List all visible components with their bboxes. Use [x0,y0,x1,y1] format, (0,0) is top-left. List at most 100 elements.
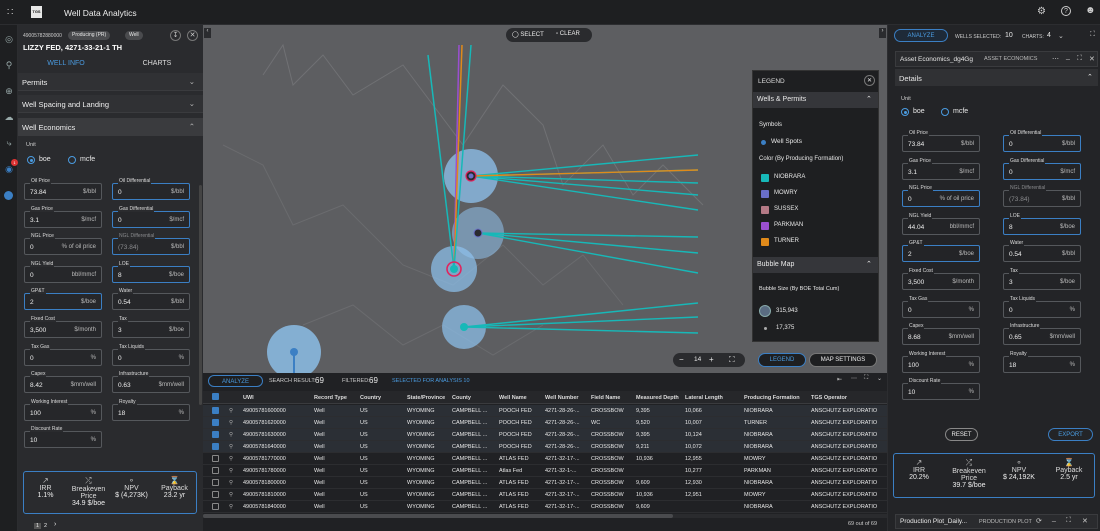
row-checkbox[interactable] [212,467,219,474]
row-checkbox[interactable] [212,419,219,426]
tax-liquids-field[interactable]: Tax Liquids 0% [112,343,190,366]
row-checkbox[interactable] [212,491,219,498]
legend-button[interactable]: LEGEND [758,353,806,367]
column-header[interactable]: Well Name [499,395,527,401]
search-icon[interactable]: ⚲ [3,59,15,71]
tax-gas-field[interactable]: Tax Gas 0% [902,295,980,318]
grid-expand-icon[interactable]: ⛶ [864,375,868,382]
layers-icon[interactable]: ◎ [3,33,15,45]
pin-icon[interactable]: ⚲ [229,408,233,414]
page-1-button[interactable]: 1 [34,523,42,529]
page-2-button[interactable]: 2 [44,523,47,529]
row-checkbox[interactable] [212,431,219,438]
select-all-checkbox[interactable] [212,393,219,400]
loe-field[interactable]: LOE 8 $/boe [112,260,190,283]
table-row[interactable]: ⚲ 49005781640000 Well US WYOMING CAMPBELL ...… [203,441,887,453]
table-row[interactable]: ⚲ 49005781840000 Well US WYOMING CAMPBELL ...… [203,501,887,513]
row-checkbox[interactable] [212,503,219,510]
discount-rate-field[interactable]: Discount Rate 10% [24,426,102,449]
select-button[interactable]: ◯ SELECT [512,31,544,38]
reset-button[interactable]: RESET [945,428,978,441]
pin-icon[interactable]: ⚲ [229,492,233,498]
tax-liquids-field[interactable]: Tax Liquids 0% [1003,295,1081,318]
cloud-icon[interactable]: ☁ [3,111,15,123]
tax-field[interactable]: Tax 3 $/boe [112,316,190,338]
column-header[interactable]: Lateral Length [685,395,723,401]
column-header[interactable]: UWI [243,395,254,401]
bubble-map-header[interactable]: Bubble Map ⌃ [753,257,878,273]
zoom-in-icon[interactable]: + [709,355,714,364]
well-spot[interactable] [290,348,298,356]
pin-icon[interactable]: ⚲ [229,468,233,474]
grid-more-icon[interactable]: ⋯ [851,375,857,382]
oil-differential-field[interactable]: Oil Differential 0 $/bbl [1003,130,1081,152]
panel-expand-icon[interactable]: ⛶ [1090,31,1095,39]
loe-field[interactable]: LOE 8 $/boe [1003,212,1081,235]
close-icon[interactable]: ✕ [1082,517,1088,525]
oil-price-field[interactable]: Oil Price 73.84 $/bbl [902,130,980,152]
map-canvas[interactable]: ◯ SELECT ▫ CLEAR ‹ › − 14 + ⛶ LEGEND MAP… [203,25,887,373]
help-icon[interactable]: ? [1061,6,1071,16]
close-icon[interactable]: ✕ [187,30,198,41]
gas-differential-field[interactable]: Gas Differential 0 $/mcf [1003,157,1081,180]
collapse-left-icon[interactable]: ‹ [204,28,211,38]
ngl-yield-field[interactable]: NGL Yield 0 bbl/mmcf [24,260,102,283]
minimize-icon[interactable]: _ [1066,53,1070,60]
analyze-button[interactable]: ANALYZE [208,375,263,387]
table-row[interactable]: ⚲ 49005781810000 Well US WYOMING CAMPBELL ...… [203,489,887,501]
economics-section[interactable]: Well Economics ⌃ [18,118,203,136]
well-spot[interactable] [468,173,474,179]
fixed-cost-field[interactable]: Fixed Cost 3,500 $/month [902,268,980,290]
pin-icon[interactable]: ⚲ [229,432,233,438]
column-header[interactable]: State/Province [407,395,445,401]
gas-price-field[interactable]: Gas Price 3.1 $/mcf [24,205,102,228]
right-unit-mcfe-radio[interactable] [941,108,949,116]
water-field[interactable]: Water 0.54 $/bbl [1003,240,1081,263]
pin-icon[interactable]: ⚲ [229,456,233,462]
well-spot[interactable] [460,323,468,331]
pin-icon[interactable]: ⚲ [229,504,233,510]
oil-differential-field[interactable]: Oil Differential 0 $/bbl [112,178,190,200]
grid-collapse-icon[interactable]: ⇤ [837,376,842,383]
pin-icon[interactable]: ⚲ [229,480,233,486]
royalty-field[interactable]: Royalty 18% [1003,350,1081,373]
download-icon[interactable]: ↧ [170,30,181,41]
capex-field[interactable]: Capex 8.42 $mm/well [24,371,102,394]
fixed-cost-field[interactable]: Fixed Cost 3,500 $/month [24,316,102,338]
water-field[interactable]: Water 0.54 $/bbl [112,288,190,311]
column-header[interactable]: County [452,395,471,401]
pin-icon[interactable]: ⚲ [229,420,233,426]
column-header[interactable]: Producing Formation [744,395,800,401]
pin-icon[interactable]: ⚲ [229,444,233,450]
well-spot[interactable] [450,265,458,273]
maximize-icon[interactable]: ⛶ [1066,517,1071,525]
zoom-search-icon[interactable]: ⊕ [3,85,15,97]
royalty-field[interactable]: Royalty 18% [112,398,190,421]
infrastructure-field[interactable]: Infrastructure 0.65 $mm/well [1003,323,1081,346]
oil-price-field[interactable]: Oil Price 73.84 $/bbl [24,178,102,200]
unit-boe-radio[interactable] [27,156,35,164]
gp-t-field[interactable]: GP&T 2 $/boe [902,240,980,263]
discount-rate-field[interactable]: Discount Rate 10% [902,378,980,401]
column-header[interactable]: Measured Depth [636,395,679,401]
export-button[interactable]: EXPORT [1048,428,1093,441]
spacing-section[interactable]: Well Spacing and Landing ⌄ [18,95,203,113]
table-row[interactable]: ⚲ 49005781770000 Well US WYOMING CAMPBELL ...… [203,453,887,465]
legend-close-icon[interactable]: ✕ [864,75,875,86]
fullscreen-icon[interactable]: ⛶ [729,355,735,365]
map-settings-button[interactable]: MAP SETTINGS [809,353,877,367]
row-checkbox[interactable] [212,455,219,462]
ngl-price-field[interactable]: NGL Price 0 % of oil price [902,185,980,208]
next-page-icon[interactable]: › [54,521,56,528]
table-row[interactable]: ⚲ 49005781800000 Well US WYOMING CAMPBELL ...… [203,477,887,489]
row-checkbox[interactable] [212,443,219,450]
zoom-out-icon[interactable]: − [679,355,684,364]
grid-minimize-icon[interactable]: ⌄ [877,375,882,382]
table-row[interactable]: ⚲ 49005781600000 Well US WYOMING CAMPBELL ...… [203,405,887,417]
gp-t-field[interactable]: GP&T 2 $/boe [24,288,102,311]
table-row[interactable]: ⚲ 49005781620000 Well US WYOMING CAMPBELL ...… [203,417,887,429]
user-icon[interactable]: ☻ [1085,5,1096,16]
share-icon[interactable]: ⤷ [3,137,15,149]
tax-field[interactable]: Tax 3 $/boe [1003,268,1081,290]
ngl-price-field[interactable]: NGL Price 0 % of oil price [24,233,102,256]
